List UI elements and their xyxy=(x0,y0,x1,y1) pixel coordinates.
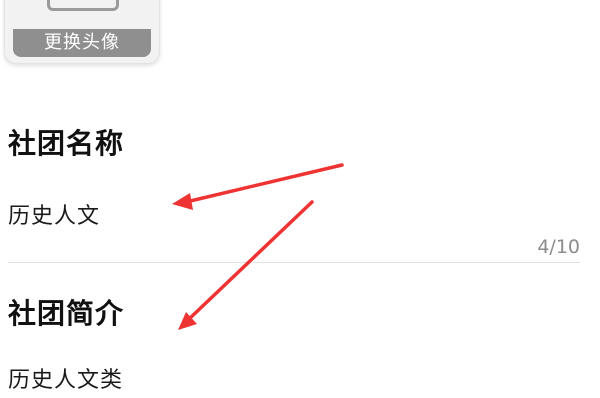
club-name-title: 社团名称 xyxy=(8,127,125,160)
club-intro-title: 社团简介 xyxy=(8,297,125,330)
divider xyxy=(8,262,580,263)
red-arrow-icon xyxy=(178,200,314,330)
image-placeholder-icon xyxy=(47,0,119,11)
red-arrow-icon xyxy=(172,163,344,210)
club-name-input[interactable]: 历史人文 xyxy=(8,198,100,230)
club-intro-input[interactable]: 历史人文类 xyxy=(8,362,123,394)
club-name-char-counter: 4/10 xyxy=(537,236,580,258)
edit-club-page: 更换头像 社团名称 历史人文 4/10 社团简介 历史人文类 xyxy=(0,0,600,398)
change-avatar-label: 更换头像 xyxy=(13,29,151,57)
change-avatar-button[interactable]: 更换头像 xyxy=(4,0,160,64)
